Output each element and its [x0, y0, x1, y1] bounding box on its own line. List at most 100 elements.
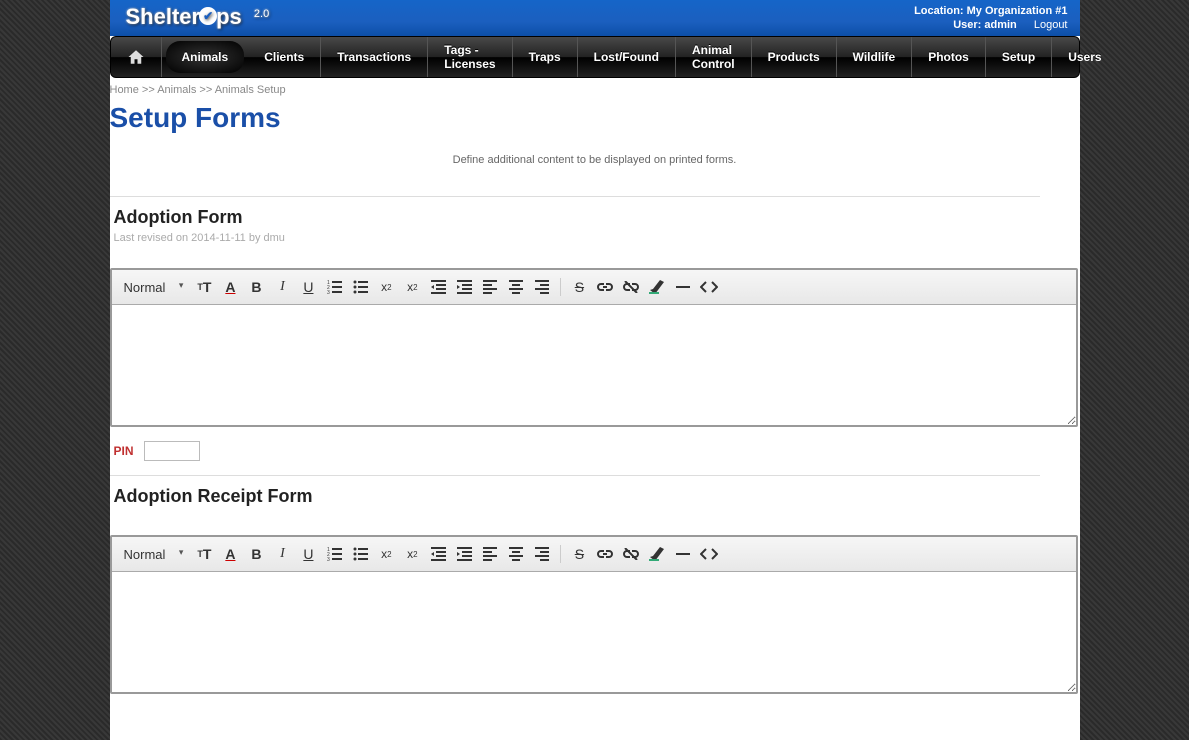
strikethrough-icon[interactable]: S: [568, 276, 590, 298]
remove-format-icon[interactable]: [646, 276, 668, 298]
link-icon[interactable]: [594, 543, 616, 565]
font-size-icon[interactable]: TT: [193, 543, 215, 565]
breadcrumb: Home >> Animals >> Animals Setup: [110, 78, 1080, 96]
page-description: Define additional content to be displaye…: [110, 154, 1080, 166]
indent-icon[interactable]: [453, 543, 475, 565]
link-icon[interactable]: [594, 276, 616, 298]
text-color-icon[interactable]: A: [219, 276, 241, 298]
home-icon: [125, 48, 147, 66]
user-value: admin: [984, 19, 1016, 31]
indent-icon[interactable]: [453, 276, 475, 298]
ordered-list-icon[interactable]: 123: [323, 543, 345, 565]
nav-label: Users: [1068, 50, 1101, 64]
underline-icon[interactable]: U: [297, 543, 319, 565]
crumb-home[interactable]: Home: [110, 84, 139, 96]
strikethrough-icon[interactable]: S: [568, 543, 590, 565]
editor-textarea-adoption[interactable]: [112, 305, 1076, 425]
underline-icon[interactable]: U: [297, 276, 319, 298]
unordered-list-icon[interactable]: [349, 543, 371, 565]
nav-label: Animal Control: [692, 43, 735, 71]
remove-format-icon[interactable]: [646, 543, 668, 565]
nav-item-photos[interactable]: Photos: [912, 37, 986, 77]
section-adoption-title: Adoption Form: [114, 207, 1080, 228]
nav-label: Photos: [928, 50, 969, 64]
nav-label: Clients: [264, 50, 304, 64]
logout-link[interactable]: Logout: [1034, 19, 1068, 31]
italic-icon[interactable]: I: [271, 543, 293, 565]
nav-item-products[interactable]: Products: [752, 37, 837, 77]
nav-item-wildlife[interactable]: Wildlife: [837, 37, 913, 77]
nav-item-traps[interactable]: Traps: [513, 37, 578, 77]
editor-toolbar: Normal TT A B I U 123 x2 x2 S: [112, 537, 1076, 572]
ordered-list-icon[interactable]: 123: [323, 276, 345, 298]
italic-icon[interactable]: I: [271, 276, 293, 298]
nav-label: Animals: [182, 50, 229, 64]
format-select[interactable]: Normal: [120, 545, 190, 564]
horizontal-rule-icon[interactable]: [672, 276, 694, 298]
section-receipt-title: Adoption Receipt Form: [114, 486, 1080, 507]
align-center-icon[interactable]: [505, 543, 527, 565]
font-size-icon[interactable]: TT: [193, 276, 215, 298]
nav-item-setup[interactable]: Setup: [986, 37, 1052, 77]
nav-item-tags-licenses[interactable]: Tags - Licenses: [428, 37, 512, 77]
nav-item-animals[interactable]: Animals: [166, 41, 245, 73]
nav-item-users[interactable]: Users: [1052, 37, 1117, 77]
divider: [110, 196, 1040, 197]
bold-icon[interactable]: B: [245, 543, 267, 565]
editor-toolbar: Normal TT A B I U 123 x2 x2 S: [112, 270, 1076, 305]
pin-row: PIN: [114, 441, 1080, 461]
editor-adoption: Normal TT A B I U 123 x2 x2 S: [110, 268, 1078, 427]
main-nav: Animals Clients Transactions Tags - Lice…: [110, 36, 1080, 78]
align-left-icon[interactable]: [479, 276, 501, 298]
nav-label: Lost/Found: [594, 50, 659, 64]
nav-label: Traps: [529, 50, 561, 64]
align-right-icon[interactable]: [531, 543, 553, 565]
crumb-sep: >>: [142, 84, 155, 96]
nav-label: Wildlife: [853, 50, 896, 64]
nav-label: Tags - Licenses: [444, 43, 495, 71]
text-color-icon[interactable]: A: [219, 543, 241, 565]
app-version: 2.0: [254, 8, 269, 20]
horizontal-rule-icon[interactable]: [672, 543, 694, 565]
nav-item-lost-found[interactable]: Lost/Found: [578, 37, 676, 77]
location-value: My Organization #1: [967, 5, 1068, 17]
subscript-icon[interactable]: x2: [375, 276, 397, 298]
code-view-icon[interactable]: [698, 543, 720, 565]
editor-textarea-receipt[interactable]: [112, 572, 1076, 692]
unordered-list-icon[interactable]: [349, 276, 371, 298]
adoption-revised: Last revised on 2014-11-11 by dmu: [114, 232, 1080, 244]
toolbar-divider: [560, 545, 561, 563]
nav-home[interactable]: [111, 37, 162, 77]
svg-text:3: 3: [327, 290, 330, 294]
pin-input[interactable]: [144, 441, 200, 461]
code-view-icon[interactable]: [698, 276, 720, 298]
superscript-icon[interactable]: x2: [401, 543, 423, 565]
svg-text:3: 3: [327, 557, 330, 561]
bold-icon[interactable]: B: [245, 276, 267, 298]
crumb-sep: >>: [199, 84, 212, 96]
align-left-icon[interactable]: [479, 543, 501, 565]
format-select[interactable]: Normal: [120, 278, 190, 297]
unlink-icon[interactable]: [620, 276, 642, 298]
location-line: Location: My Organization #1: [914, 4, 1067, 18]
nav-item-animal-control[interactable]: Animal Control: [676, 37, 752, 77]
page-title: Setup Forms: [110, 102, 1080, 134]
top-bar: Shelter✔ps 2.0 Location: My Organization…: [110, 0, 1080, 36]
nav-label: Products: [768, 50, 820, 64]
nav-item-clients[interactable]: Clients: [248, 37, 321, 77]
align-center-icon[interactable]: [505, 276, 527, 298]
superscript-icon[interactable]: x2: [401, 276, 423, 298]
crumb-animals[interactable]: Animals: [157, 84, 196, 96]
editor-receipt: Normal TT A B I U 123 x2 x2 S: [110, 535, 1078, 694]
unlink-icon[interactable]: [620, 543, 642, 565]
align-right-icon[interactable]: [531, 276, 553, 298]
top-right-info: Location: My Organization #1 User: admin…: [914, 4, 1067, 32]
crumb-animals-setup[interactable]: Animals Setup: [215, 84, 286, 96]
location-label: Location:: [914, 5, 964, 17]
logo-icon: ✔: [199, 7, 217, 25]
outdent-icon[interactable]: [427, 543, 449, 565]
logo-text-pre: Shelter: [126, 4, 201, 29]
subscript-icon[interactable]: x2: [375, 543, 397, 565]
outdent-icon[interactable]: [427, 276, 449, 298]
nav-item-transactions[interactable]: Transactions: [321, 37, 428, 77]
